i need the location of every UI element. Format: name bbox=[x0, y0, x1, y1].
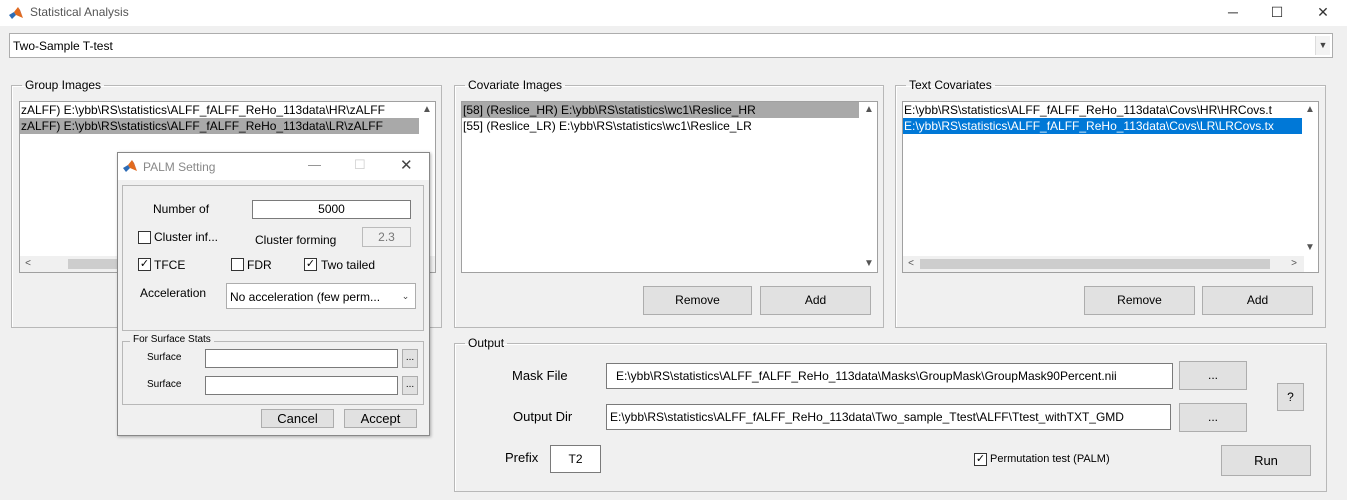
palm-title: PALM Setting bbox=[143, 160, 216, 174]
chevron-down-icon[interactable]: ⌄ bbox=[398, 286, 413, 306]
output-dir-browse-button[interactable]: ... bbox=[1179, 403, 1247, 432]
maximize-button[interactable]: ☐ bbox=[1254, 0, 1300, 26]
matlab-icon bbox=[9, 7, 23, 19]
scroll-left-icon[interactable]: < bbox=[20, 256, 36, 272]
surface1-browse-button[interactable]: ... bbox=[402, 349, 418, 368]
surface1-label: Surface bbox=[147, 352, 182, 363]
scroll-left-icon[interactable]: < bbox=[903, 256, 919, 272]
run-button[interactable]: Run bbox=[1221, 445, 1311, 476]
text-covariates-list[interactable]: E:\ybb\RS\statistics\ALFF_fALFF_ReHo_113… bbox=[902, 101, 1319, 273]
mask-file-label: Mask File bbox=[512, 368, 568, 383]
list-item[interactable]: zALFF) E:\ybb\RS\statistics\ALFF_fALFF_R… bbox=[20, 118, 420, 134]
scroll-up-icon[interactable]: ▲ bbox=[419, 102, 435, 118]
list-item[interactable]: E:\ybb\RS\statistics\ALFF_fALFF_ReHo_113… bbox=[903, 102, 1302, 118]
scroll-right-icon[interactable]: > bbox=[1286, 256, 1302, 272]
cluster-forming-field: 2.3 bbox=[362, 227, 411, 247]
chevron-down-icon[interactable]: ▼ bbox=[1315, 36, 1330, 55]
palm-close-icon[interactable]: ✕ bbox=[400, 156, 413, 174]
two-tailed-label: Two tailed bbox=[321, 258, 376, 272]
scroll-thumb[interactable] bbox=[920, 259, 1270, 269]
title-bar: Statistical Analysis ─ ☐ ✕ bbox=[0, 0, 1347, 26]
test-type-value: Two-Sample T-test bbox=[13, 39, 113, 53]
palm-setting-dialog: PALM Setting — ☐ ✕ Number of 5000 Cluste… bbox=[117, 152, 430, 436]
palm-title-bar: PALM Setting — ☐ ✕ bbox=[118, 153, 429, 180]
cancel-button[interactable]: Cancel bbox=[261, 409, 334, 428]
output-dir-field[interactable]: E:\ybb\RS\statistics\ALFF_fALFF_ReHo_113… bbox=[606, 404, 1171, 430]
acceleration-label: Acceleration bbox=[140, 286, 207, 300]
matlab-icon bbox=[123, 160, 137, 172]
prefix-field[interactable]: T2 bbox=[550, 445, 601, 473]
number-field[interactable]: 5000 bbox=[252, 200, 411, 219]
fdr-label: FDR bbox=[247, 258, 272, 272]
output-legend: Output bbox=[468, 336, 505, 350]
text-covariate-add-button[interactable]: Add bbox=[1202, 286, 1313, 315]
output-dir-label: Output Dir bbox=[513, 409, 573, 424]
cluster-inference-label: Cluster inf... bbox=[154, 230, 219, 244]
test-type-dropdown[interactable]: Two-Sample T-test ▼ bbox=[9, 33, 1333, 58]
list-item[interactable]: [55] (Reslice_LR) E:\ybb\RS\statistics\w… bbox=[462, 118, 859, 134]
minimize-button[interactable]: ─ bbox=[1210, 0, 1256, 26]
prefix-label: Prefix bbox=[505, 450, 539, 465]
tfce-label: TFCE bbox=[154, 258, 186, 272]
vertical-scrollbar[interactable]: ▲ ▼ bbox=[1302, 102, 1318, 256]
scroll-down-icon[interactable]: ▼ bbox=[1302, 240, 1318, 256]
window-title: Statistical Analysis bbox=[30, 5, 129, 19]
group-images-legend: Group Images bbox=[25, 78, 102, 92]
surface1-field[interactable] bbox=[205, 349, 398, 368]
covariate-images-legend: Covariate Images bbox=[468, 78, 563, 92]
palm-minimize-icon[interactable]: — bbox=[308, 157, 321, 172]
covariate-images-list[interactable]: [58] (Reslice_HR) E:\ybb\RS\statistics\w… bbox=[461, 101, 878, 273]
list-item[interactable]: E:\ybb\RS\statistics\ALFF_fALFF_ReHo_113… bbox=[903, 118, 1302, 134]
scroll-down-icon[interactable]: ▼ bbox=[861, 256, 877, 272]
help-button[interactable]: ? bbox=[1277, 383, 1304, 411]
palm-maximize-icon: ☐ bbox=[354, 157, 366, 172]
vertical-scrollbar[interactable]: ▲ ▼ bbox=[861, 102, 877, 272]
surface2-field[interactable] bbox=[205, 376, 398, 395]
acceleration-value: No acceleration (few perm... bbox=[230, 290, 381, 304]
cluster-inference-checkbox[interactable] bbox=[138, 231, 151, 244]
list-item[interactable]: [58] (Reslice_HR) E:\ybb\RS\statistics\w… bbox=[462, 102, 859, 118]
close-button[interactable]: ✕ bbox=[1300, 0, 1346, 26]
cluster-forming-label: Cluster forming bbox=[255, 233, 337, 247]
scroll-up-icon[interactable]: ▲ bbox=[861, 102, 877, 118]
surface2-browse-button[interactable]: ... bbox=[402, 376, 418, 395]
list-item[interactable]: zALFF) E:\ybb\RS\statistics\ALFF_fALFF_R… bbox=[20, 102, 420, 118]
covariate-add-button[interactable]: Add bbox=[760, 286, 871, 315]
mask-browse-button[interactable]: ... bbox=[1179, 361, 1247, 390]
horizontal-scrollbar[interactable]: < > bbox=[903, 256, 1304, 272]
text-covariate-remove-button[interactable]: Remove bbox=[1084, 286, 1195, 315]
text-covariates-legend: Text Covariates bbox=[909, 78, 992, 92]
accept-button[interactable]: Accept bbox=[344, 409, 417, 428]
permutation-checkbox[interactable]: ✓ bbox=[974, 453, 987, 466]
tfce-checkbox[interactable]: ✓ bbox=[138, 258, 151, 271]
number-label: Number of bbox=[153, 202, 210, 216]
mask-file-field[interactable]: E:\ybb\RS\statistics\ALFF_fALFF_ReHo_113… bbox=[606, 363, 1173, 389]
two-tailed-checkbox[interactable]: ✓ bbox=[304, 258, 317, 271]
fdr-checkbox[interactable] bbox=[231, 258, 244, 271]
covariate-remove-button[interactable]: Remove bbox=[643, 286, 752, 315]
surface2-label: Surface bbox=[147, 379, 182, 390]
surface-stats-legend: For Surface Stats bbox=[130, 334, 214, 345]
scroll-up-icon[interactable]: ▲ bbox=[1302, 102, 1318, 118]
acceleration-dropdown[interactable]: No acceleration (few perm... ⌄ bbox=[226, 283, 416, 309]
permutation-label: Permutation test (PALM) bbox=[990, 453, 1110, 465]
